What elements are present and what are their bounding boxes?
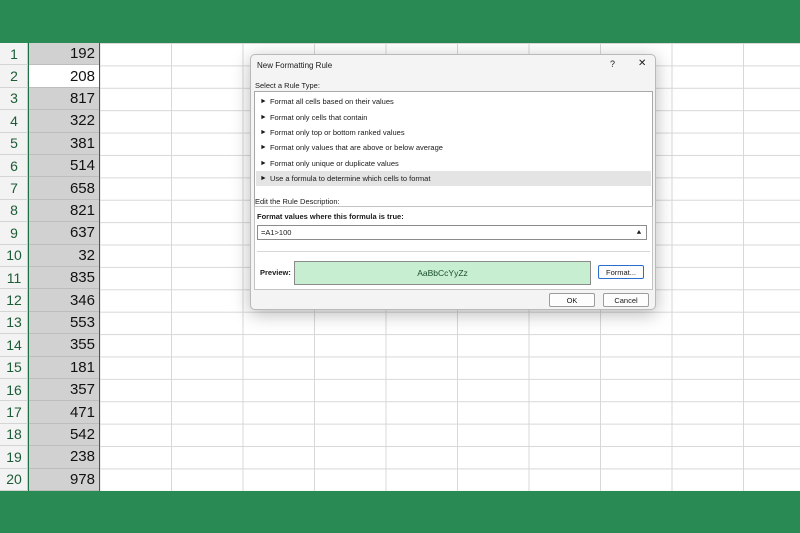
cell-a12[interactable]: 346 [29,289,99,312]
table-row: 10 32 [0,244,100,267]
row-header[interactable]: 6 [0,155,28,178]
row-header[interactable]: 18 [0,424,28,447]
rule-type-label: Format only cells that contain [269,112,368,122]
table-row: 20 978 [0,468,100,491]
formula-label: Format values where this formula is true… [257,212,404,221]
row-header[interactable]: 15 [0,357,28,379]
cell-a13[interactable]: 553 [29,311,99,335]
cell-a19[interactable]: 238 [29,446,99,469]
table-row: 3 817 [0,87,100,111]
rule-type-item[interactable]: ► Format only top or bottom ranked values [256,125,651,140]
table-row: 4 322 [0,110,100,133]
rule-type-label: Format only top or bottom ranked values [269,127,405,137]
row-header[interactable]: 5 [0,133,28,155]
table-row: 5 381 [0,132,100,155]
rule-type-item[interactable]: ► Format only unique or duplicate values [256,156,651,171]
help-icon[interactable]: ? [610,59,615,69]
select-rule-type-label: Select a Rule Type: [255,81,320,90]
rule-type-item[interactable]: ► Use a formula to determine which cells … [256,171,651,187]
cell-a10[interactable]: 32 [29,244,99,267]
rule-type-label: Format all cells based on their values [269,97,394,107]
table-row: 6 514 [0,155,100,178]
bottom-green-band [0,491,800,533]
close-icon[interactable]: ✕ [638,58,646,69]
row-header[interactable]: 12 [0,289,28,312]
format-preview: AaBbCcYyZz [294,261,591,285]
rule-type-item[interactable]: ► Format only cells that contain [256,109,651,124]
rule-type-item[interactable]: ► Format all cells based on their values [256,94,651,109]
cell-a9[interactable]: 637 [29,222,99,245]
row-header[interactable]: 1 [0,43,28,66]
row-header[interactable]: 19 [0,446,28,469]
arrow-right-icon: ► [260,144,267,152]
divider [257,251,650,252]
arrow-right-icon: ► [260,98,267,106]
cell-a5[interactable]: 381 [29,132,99,155]
cell-a11[interactable]: 835 [29,267,99,290]
table-row: 12 346 [0,289,100,312]
preview-label: Preview: [260,268,291,277]
cell-a15[interactable]: 181 [29,356,99,379]
cell-a18[interactable]: 542 [29,423,99,447]
cancel-button[interactable]: Cancel [603,293,649,307]
table-row: 14 355 [0,334,100,357]
table-row: 2 208 [0,65,100,88]
cell-a20[interactable]: 978 [29,468,99,491]
row-header[interactable]: 9 [0,222,28,245]
arrow-right-icon: ► [260,128,267,136]
cell-a8[interactable]: 821 [29,199,99,223]
table-row: 1 192 [0,43,100,66]
format-button[interactable]: Format... [598,265,644,279]
cell-a1[interactable]: 192 [29,43,99,66]
ok-button[interactable]: OK [549,293,595,307]
table-row: 8 821 [0,199,100,223]
cell-a7[interactable]: 658 [29,177,99,200]
table-row: 17 471 [0,401,100,424]
cell-a14[interactable]: 355 [29,334,99,357]
formula-input[interactable]: =A1>100 ⯅ [257,225,647,240]
cell-a4[interactable]: 322 [29,110,99,133]
row-header[interactable]: 13 [0,312,28,335]
cell-a6[interactable]: 514 [29,155,99,178]
cell-a2[interactable]: 208 [29,65,99,88]
cell-a3[interactable]: 817 [29,87,99,111]
rule-type-label: Use a formula to determine which cells t… [269,174,431,184]
edit-rule-description-label: Edit the Rule Description: [255,197,340,206]
top-green-band [0,0,800,43]
arrow-right-icon: ► [260,113,267,121]
row-header[interactable]: 17 [0,401,28,424]
row-header[interactable]: 20 [0,469,28,491]
dialog-title-bar[interactable]: New Formatting Rule ? ✕ [251,55,655,75]
table-row: 7 658 [0,177,100,200]
row-header[interactable]: 11 [0,267,28,290]
row-header[interactable]: 10 [0,245,28,267]
rule-type-label: Format only values that are above or bel… [269,143,443,153]
cell-a16[interactable]: 357 [29,379,99,402]
row-header[interactable]: 16 [0,379,28,402]
collapse-dialog-icon[interactable]: ⯅ [634,227,644,238]
table-row: 13 553 [0,311,100,335]
row-header[interactable]: 3 [0,88,28,111]
table-row: 16 357 [0,379,100,402]
table-row: 9 637 [0,222,100,245]
row-header[interactable]: 2 [0,65,28,88]
rule-type-item[interactable]: ► Format only values that are above or be… [256,140,651,155]
row-header[interactable]: 7 [0,177,28,200]
row-header[interactable]: 8 [0,200,28,223]
rule-type-label: Format only unique or duplicate values [269,158,399,168]
arrow-right-icon: ► [260,159,267,167]
table-row: 11 835 [0,267,100,290]
row-header[interactable]: 4 [0,110,28,133]
cell-a17[interactable]: 471 [29,401,99,424]
arrow-right-icon: ► [260,175,267,183]
row-header[interactable]: 14 [0,334,28,357]
table-row: 15 181 [0,356,100,379]
formula-value: =A1>100 [261,228,292,237]
table-row: 19 238 [0,446,100,469]
table-row: 18 542 [0,423,100,447]
new-formatting-rule-dialog: New Formatting Rule ? ✕ Select a Rule Ty… [250,54,656,310]
dialog-title: New Formatting Rule [257,61,333,70]
